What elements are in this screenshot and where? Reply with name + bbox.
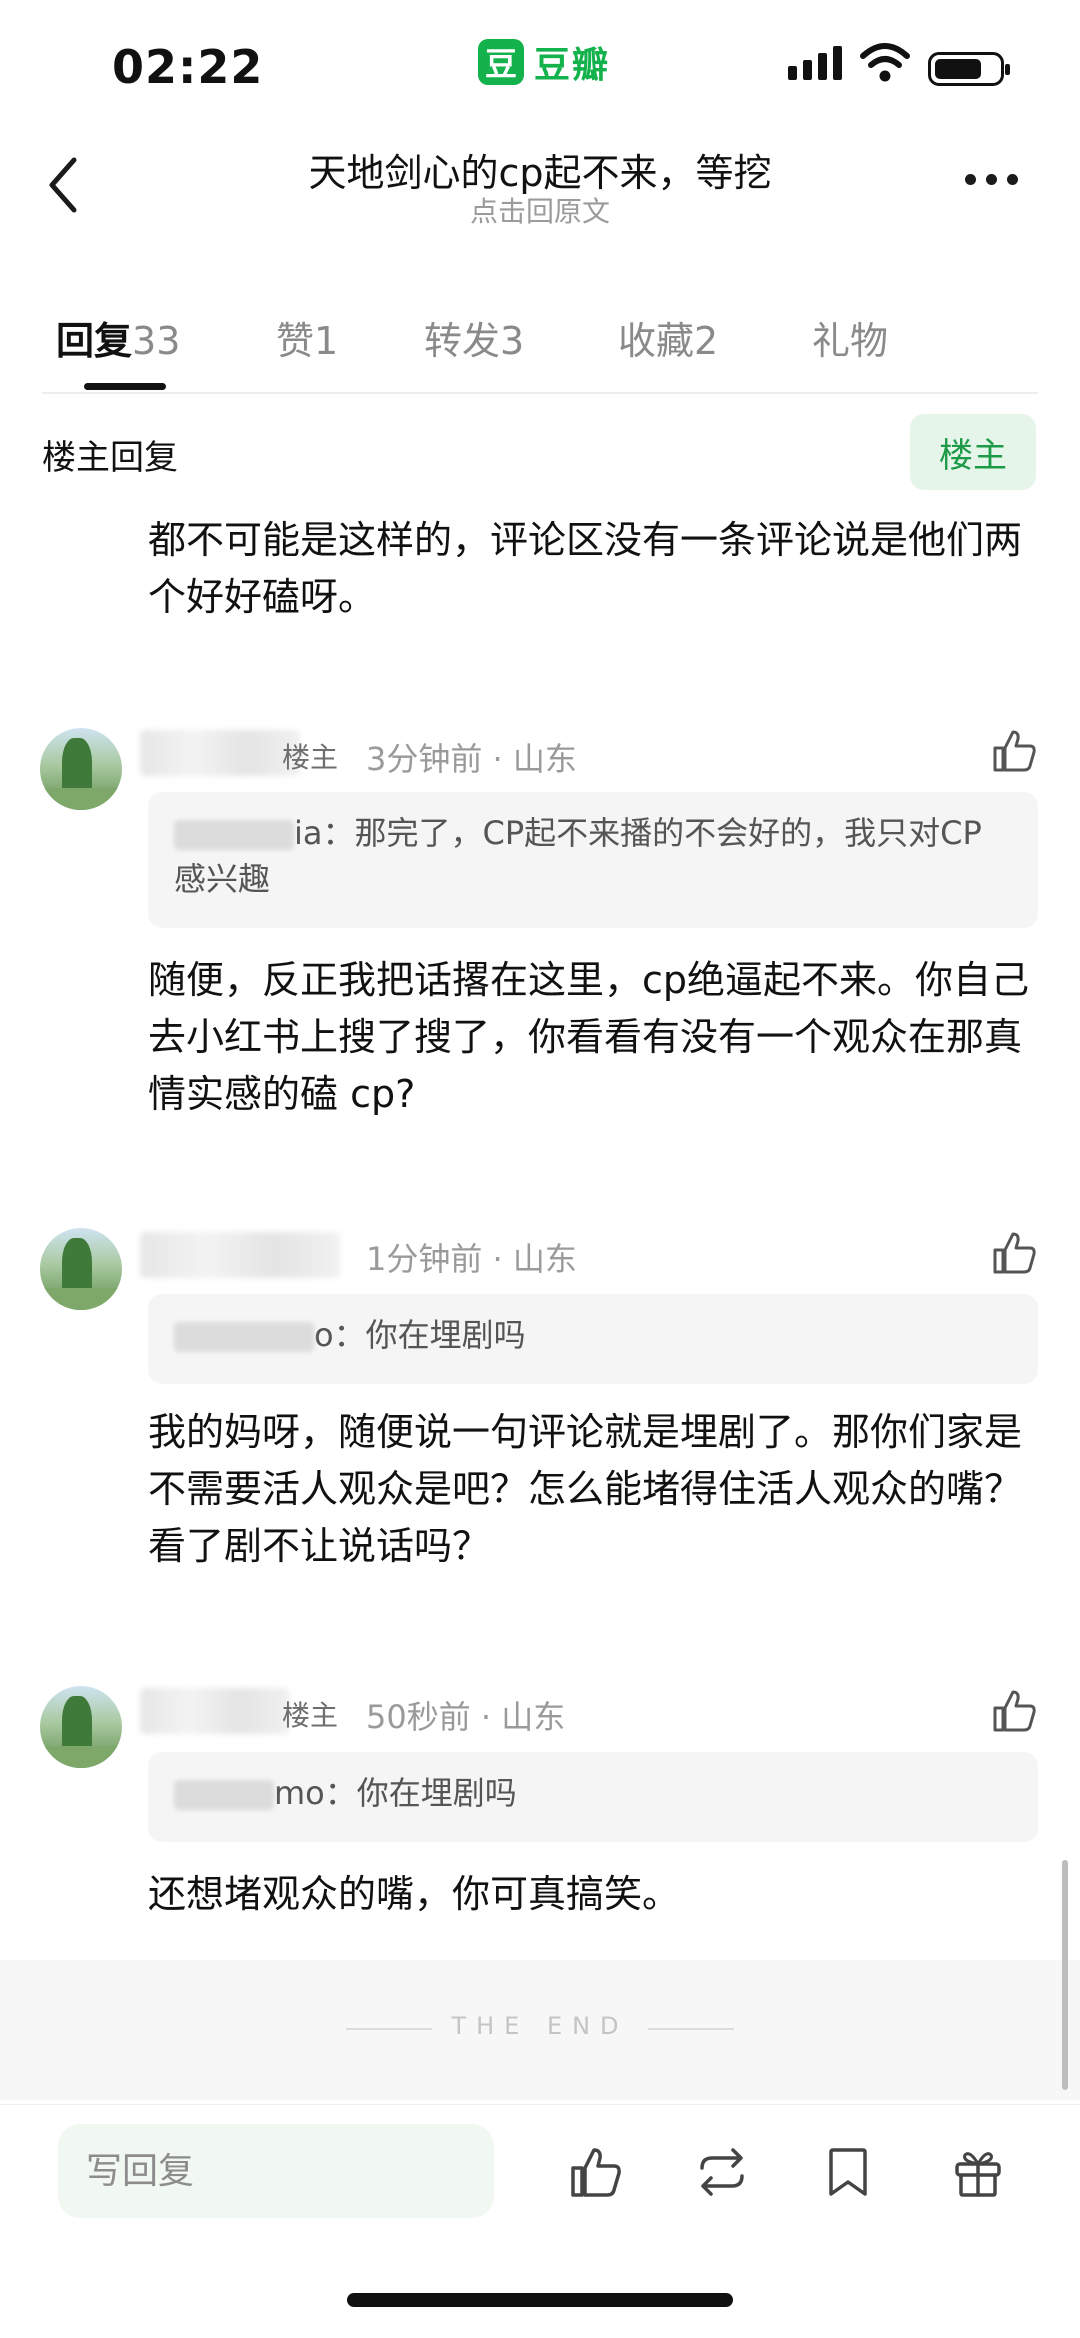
thumbs-up-icon[interactable]	[990, 1686, 1040, 1736]
active-tab-indicator	[84, 383, 166, 390]
status-time: 02:22	[112, 40, 264, 94]
comment-meta: 50秒前 · 山东	[366, 1698, 566, 1736]
avatar[interactable]	[40, 1686, 122, 1768]
tabs-divider	[42, 392, 1038, 394]
cellular-signal-icon	[788, 46, 842, 80]
comment-text: 随便，反正我把话撂在这里，cp绝逼起不来。你自己去小红书上搜了搜了，你看看有没有…	[148, 958, 1030, 1116]
like-icon[interactable]	[566, 2142, 626, 2202]
tab-replies[interactable]: 回复33	[56, 310, 180, 365]
back-to-original-link[interactable]: 点击回原文	[150, 190, 930, 230]
douban-app-name: 豆瓣	[534, 45, 611, 86]
owner-badge: 楼主	[282, 741, 339, 774]
username-redacted[interactable]	[140, 1688, 290, 1734]
comment-meta: 3分钟前 · 山东	[366, 740, 577, 778]
thumbs-up-icon[interactable]	[990, 726, 1040, 776]
post-title[interactable]: 天地剑心的cp起不来，等挖	[150, 142, 930, 197]
tab-likes[interactable]: 赞1	[276, 310, 338, 365]
comment-text: 还想堵观众的嘴，你可真搞笑。	[148, 1872, 681, 1916]
owner-reply-heading: 楼主回复	[42, 438, 178, 478]
gift-icon[interactable]	[948, 2142, 1008, 2202]
tab-reposts[interactable]: 转发3	[424, 310, 524, 365]
thumbs-up-icon[interactable]	[990, 1228, 1040, 1278]
douban-logo: 豆 豆瓣	[478, 36, 610, 88]
comment-text: 我的妈呀，随便说一句评论就是埋剧了。那你们家是不需要活人观众是吧？怎么能堵得住活…	[148, 1410, 1023, 1568]
avatar[interactable]	[40, 728, 122, 810]
battery-icon	[928, 52, 1010, 86]
quoted-comment: mo：你在埋剧吗	[148, 1752, 1038, 1842]
quoted-comment: o：你在埋剧吗	[148, 1294, 1038, 1384]
repost-icon[interactable]	[692, 2142, 752, 2202]
avatar[interactable]	[40, 1228, 122, 1310]
more-options-icon[interactable]	[965, 174, 1018, 185]
owner-reply-text: 都不可能是这样的，评论区没有一条评论说是他们两个好好磕呀。	[148, 518, 1023, 619]
wifi-icon	[860, 43, 910, 82]
username-redacted[interactable]	[140, 1232, 340, 1278]
tab-gifts[interactable]: 礼物	[812, 310, 888, 365]
home-indicator	[347, 2293, 733, 2307]
tab-bar: 回复33 赞1 转发3 收藏2 礼物	[0, 300, 1080, 392]
bookmark-icon[interactable]	[818, 2142, 878, 2202]
reply-input[interactable]	[58, 2124, 494, 2218]
owner-badge: 楼主	[282, 1699, 339, 1732]
owner-filter-button[interactable]: 楼主	[910, 414, 1036, 490]
tab-collects[interactable]: 收藏2	[618, 310, 718, 365]
back-arrow-icon[interactable]	[40, 150, 90, 220]
quoted-comment: ia：那完了，CP起不来播的不会好的，我只对CP感兴趣	[148, 792, 1038, 928]
username-redacted[interactable]	[140, 730, 300, 776]
douban-logo-icon: 豆	[478, 39, 524, 85]
scrollbar[interactable]	[1062, 1860, 1068, 2090]
comment-meta: 1分钟前 · 山东	[366, 1240, 577, 1278]
end-label: THE END	[451, 2012, 629, 2040]
